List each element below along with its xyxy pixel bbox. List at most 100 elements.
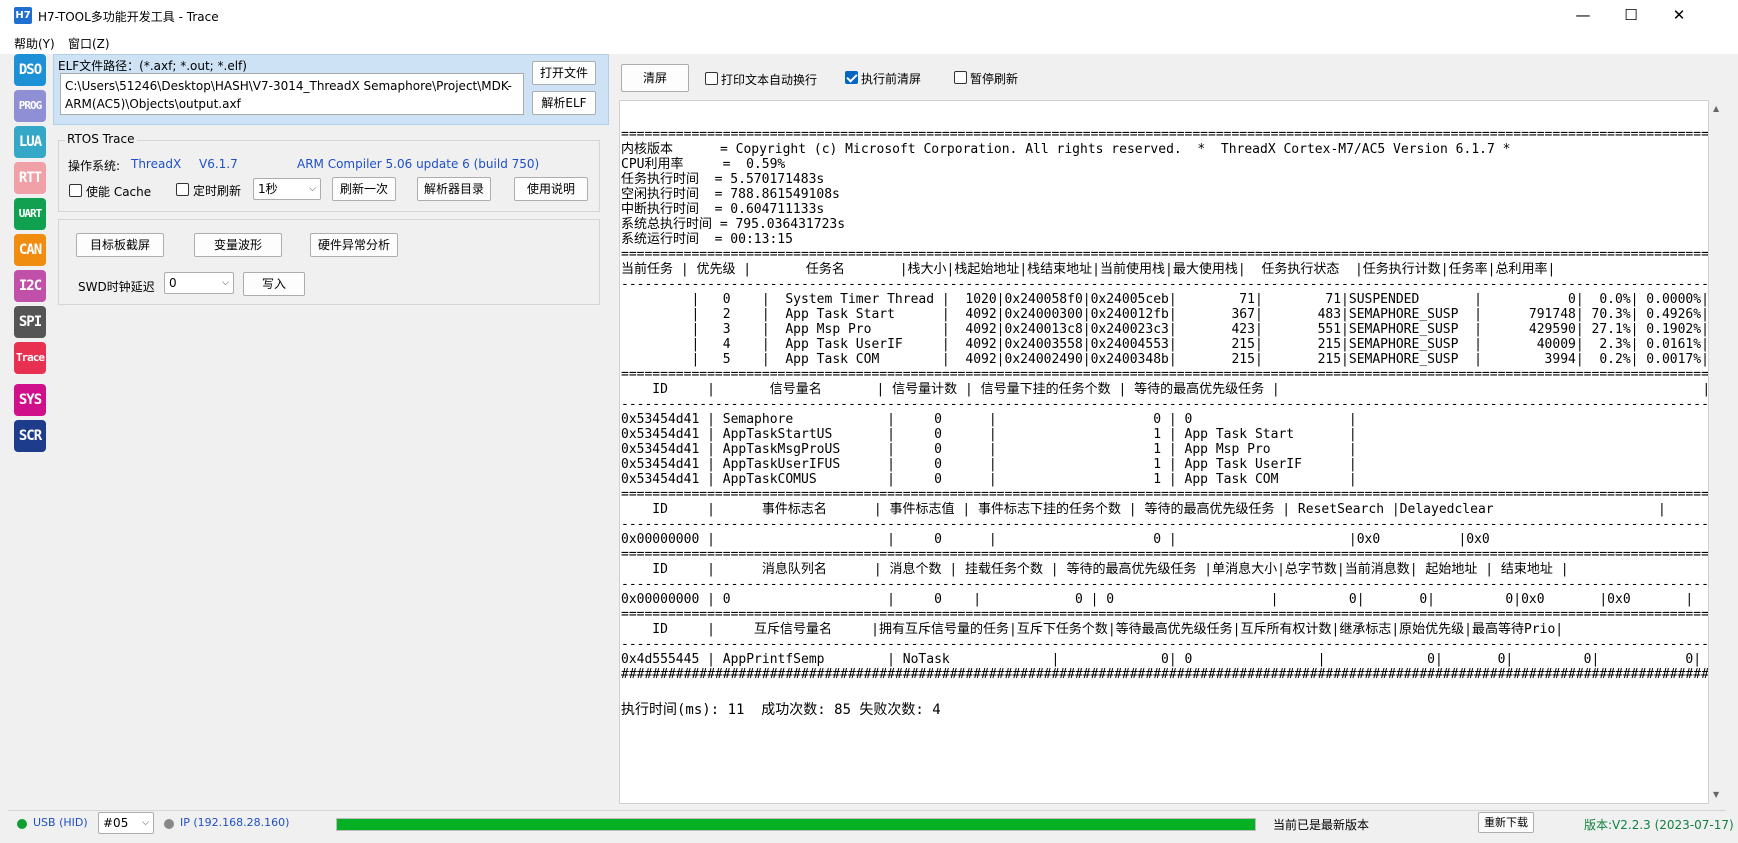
os-label: 操作系统: [68, 159, 121, 173]
terminal-line: 系统运行时间 = 00:13:15 [621, 232, 793, 247]
sidebar-trace-button[interactable]: Trace [14, 342, 46, 374]
terminal-line: | 3 | App Msp Pro | 4092|0x240013c8|0x24… [621, 322, 1709, 337]
pause-refresh-checkbox[interactable] [954, 71, 967, 84]
device-port-select[interactable]: #05 ⌵ [98, 812, 154, 834]
refresh-once-button[interactable]: 刷新一次 [332, 177, 396, 201]
download-progress-bar [336, 818, 1256, 831]
pause-refresh-label: 暂停刷新 [970, 72, 1019, 86]
swd-delay-label: SWD时钟延迟 [78, 280, 155, 294]
update-status-text: 当前已是最新版本 [1273, 818, 1370, 832]
close-button[interactable]: ✕ [1656, 0, 1702, 32]
os-name: ThreadX [131, 157, 182, 171]
timer-refresh-checkbox[interactable] [176, 183, 189, 196]
sidebar-prog-button[interactable]: PROG [14, 90, 46, 122]
write-button[interactable]: 写入 [243, 272, 305, 296]
window-title: H7-TOOL多功能开发工具 - Trace [38, 10, 219, 24]
terminal-line: 0x53454d41 | AppTaskStartUS | 0 | 1 | Ap… [621, 427, 1709, 442]
sidebar-scr-button[interactable]: SCR [14, 420, 46, 452]
terminal-line: ----------------------------------------… [621, 577, 1709, 592]
terminal-line: 中断执行时间 = 0.604711133s [621, 202, 825, 217]
cache-checkbox[interactable] [69, 184, 82, 197]
clear-before-exec-checkbox[interactable] [845, 71, 858, 84]
elf-path-label: ELF文件路径：(*.axf; *.out; *.elf) [58, 59, 247, 73]
app-logo-icon: H7 [14, 7, 32, 24]
sidebar-i2c-button[interactable]: I2C [14, 270, 46, 302]
compiler-info: ARM Compiler 5.06 update 6 (build 750) [297, 157, 540, 171]
terminal-line: 任务执行时间 = 5.570171483s [621, 172, 825, 187]
terminal-line: ########################################… [621, 667, 1709, 682]
terminal-line: | 5 | App Task COM | 4092|0x24002490|0x2… [621, 352, 1709, 367]
app-window: H7 H7-TOOL多功能开发工具 - Trace — ☐ ✕ 帮助(Y) 窗口… [0, 0, 1738, 843]
terminal-line: 空闲执行时间 = 788.861549108s [621, 187, 840, 202]
elf-panel: ELF文件路径：(*.axf; *.out; *.elf) C:\Users\5… [53, 54, 609, 125]
terminal-controls: 清屏 打印文本自动换行 执行前清屏 暂停刷新 [619, 54, 1726, 100]
title-bar: H7 H7-TOOL多功能开发工具 - Trace — ☐ ✕ [0, 0, 1738, 32]
terminal-line: 当前任务 | 优先级 | 任务名 |栈大小|栈起始地址|栈结束地址|当前使用栈|… [621, 262, 1556, 277]
auto-wrap-checkbox[interactable] [705, 72, 718, 85]
terminal-line: ========================================… [621, 487, 1709, 502]
sidebar-dso-button[interactable]: DSO [14, 54, 46, 86]
sidebar-rtt-button[interactable]: RTT [14, 162, 46, 194]
parser-dir-button[interactable]: 解析器目录 [417, 177, 491, 201]
usb-status: USB (HID) [33, 816, 88, 829]
chevron-down-icon: ⌵ [142, 818, 149, 828]
elf-path-input[interactable]: C:\Users\51246\Desktop\HASH\V7-3014_Thre… [60, 73, 524, 115]
terminal-line: ID | 互斥信号量名 |拥有互斥信号量的任务|互斥下任务个数|等待最高优先级任… [621, 622, 1564, 637]
scroll-down-icon[interactable]: ▼ [1713, 790, 1719, 799]
scroll-up-icon[interactable]: ▲ [1713, 104, 1719, 113]
sidebar-sys-button[interactable]: SYS [14, 384, 46, 416]
terminal-line: 0x53454d41 | Semaphore | 0 | 0 | 0 | | [621, 412, 1709, 427]
usb-status-icon [17, 819, 27, 829]
terminal-line: ----------------------------------------… [621, 517, 1709, 532]
rtos-trace-group: RTOS Trace 操作系统: ThreadX V6.1.7 ARM Comp… [58, 132, 600, 212]
terminal-line: ========================================… [621, 247, 1709, 262]
usage-button[interactable]: 使用说明 [514, 177, 588, 201]
rtos-group-title: RTOS Trace [65, 132, 137, 146]
chevron-down-icon: ⌵ [309, 184, 316, 194]
terminal-line: 0x00000000 | 0 | 0 | 0 | 0 | 0| 0| 0|0x0… [621, 592, 1694, 607]
terminal-line: 0x00000000 | | 0 | 0 | |0x0 |0x0 | [621, 532, 1709, 547]
terminal-line: | 0 | System Timer Thread | 1020|0x24005… [621, 292, 1709, 307]
swd-delay-select[interactable]: 0 ⌵ [164, 272, 234, 294]
target-screenshot-button[interactable]: 目标板截屏 [76, 233, 164, 257]
terminal-line: ----------------------------------------… [621, 637, 1709, 652]
open-file-button[interactable]: 打开文件 [532, 61, 596, 85]
menu-help[interactable]: 帮助(Y) [14, 35, 55, 52]
ip-status-icon [164, 819, 174, 829]
terminal-line: | 4 | App Task UserIF | 4092|0x24003558|… [621, 337, 1709, 352]
device-port-value: #05 [103, 816, 129, 830]
terminal-line: 0x53454d41 | AppTaskUserIFUS | 0 | 1 | A… [621, 457, 1709, 472]
terminal-line: 系统总执行时间 = 795.036431723s [621, 217, 846, 232]
clear-before-exec-label: 执行前清屏 [861, 72, 922, 86]
sidebar-spi-button[interactable]: SPI [14, 306, 46, 338]
menu-window[interactable]: 窗口(Z) [68, 35, 110, 52]
status-bar: USB (HID) #05 ⌵ IP (192.168.28.160) 当前已是… [8, 810, 1734, 835]
hardfault-analysis-button[interactable]: 硬件异常分析 [310, 233, 398, 257]
trace-output-terminal[interactable]: ========================================… [619, 100, 1709, 804]
terminal-line: 0x4d555445 | AppPrintfSemp | NoTask | 0|… [621, 652, 1702, 667]
maximize-button[interactable]: ☐ [1608, 0, 1654, 32]
sidebar-can-button[interactable]: CAN [14, 234, 46, 266]
refresh-interval-select[interactable]: 1秒 ⌵ [253, 178, 321, 200]
swd-delay-value: 0 [169, 276, 177, 290]
menu-bar: 帮助(Y) 窗口(Z) [0, 32, 1738, 54]
auto-wrap-label: 打印文本自动换行 [721, 73, 818, 87]
terminal-scrollbar[interactable]: ▲ ▼ [1709, 100, 1726, 804]
minimize-button[interactable]: — [1560, 0, 1606, 32]
terminal-line: 0x53454d41 | AppTaskMsgProUS | 0 | 1 | A… [621, 442, 1709, 457]
terminal-line: ========================================… [621, 367, 1709, 382]
terminal-line: ----------------------------------------… [621, 397, 1709, 412]
terminal-line: ID | 信号量名 | 信号量计数 | 信号量下挂的任务个数 | 等待的最高优先… [621, 382, 1709, 397]
chevron-down-icon: ⌵ [222, 278, 229, 288]
terminal-line: ----------------------------------------… [621, 277, 1709, 292]
timer-refresh-label: 定时刷新 [193, 184, 242, 198]
sidebar-uart-button[interactable]: UART [14, 198, 46, 230]
sidebar-lua-button[interactable]: LUA [14, 126, 46, 158]
ip-status: IP (192.168.28.160) [180, 816, 290, 829]
parse-elf-button[interactable]: 解析ELF [532, 91, 596, 115]
cache-label: 使能 Cache [86, 185, 152, 199]
terminal-line: ========================================… [621, 607, 1709, 622]
redownload-button[interactable]: 重新下载 [1478, 812, 1534, 833]
clear-screen-button[interactable]: 清屏 [621, 64, 689, 92]
variable-waveform-button[interactable]: 变量波形 [194, 233, 282, 257]
